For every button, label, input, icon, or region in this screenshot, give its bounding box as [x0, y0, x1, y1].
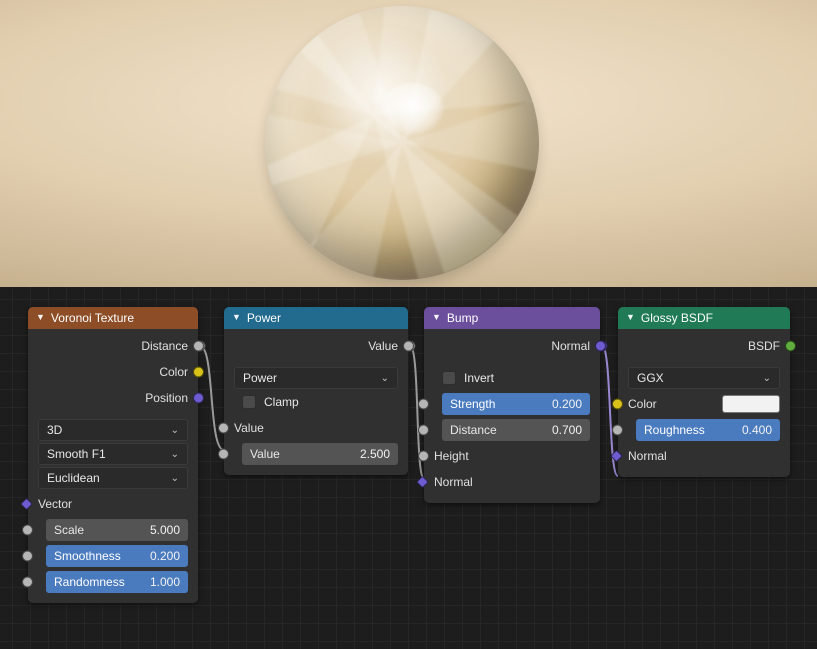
input-strength[interactable]: Strength 0.200: [424, 391, 600, 417]
collapse-icon: ▼: [36, 306, 45, 328]
input-height[interactable]: Height: [424, 443, 600, 469]
socket-vector-icon[interactable]: [610, 450, 623, 463]
operation-select[interactable]: Power ⌄: [234, 367, 398, 389]
socket-float-icon[interactable]: [403, 341, 414, 352]
socket-color-icon[interactable]: [612, 399, 623, 410]
socket-vector-icon[interactable]: [20, 498, 33, 511]
input-distance[interactable]: Distance 0.700: [424, 417, 600, 443]
input-vector[interactable]: Vector: [28, 491, 198, 517]
node-header[interactable]: ▼ Glossy BSDF: [618, 307, 790, 329]
chevron-down-icon: ⌄: [171, 473, 179, 484]
output-normal[interactable]: Normal: [424, 333, 600, 359]
node-glossy-bsdf[interactable]: ▼ Glossy BSDF BSDF GGX ⌄ Color Roughness: [618, 307, 790, 477]
input-smoothness[interactable]: Smoothness 0.200: [28, 543, 198, 569]
feature-select[interactable]: Smooth F1 ⌄: [38, 443, 188, 465]
socket-float-icon[interactable]: [22, 577, 33, 588]
node-math-power[interactable]: ▼ Power Value Power ⌄ Clamp Value: [224, 307, 408, 475]
socket-float-icon[interactable]: [193, 341, 204, 352]
socket-vector-icon[interactable]: [595, 341, 606, 352]
invert-checkbox[interactable]: Invert: [434, 367, 590, 389]
chevron-down-icon: ⌄: [381, 373, 389, 384]
output-position[interactable]: Position: [28, 385, 198, 411]
socket-float-icon[interactable]: [218, 449, 229, 460]
socket-float-icon[interactable]: [418, 451, 429, 462]
collapse-icon: ▼: [232, 306, 241, 328]
node-header[interactable]: ▼ Power: [224, 307, 408, 329]
socket-color-icon[interactable]: [193, 367, 204, 378]
input-scale[interactable]: Scale 5.000: [28, 517, 198, 543]
checkbox-icon: [242, 395, 256, 409]
input-normal[interactable]: Normal: [424, 469, 600, 495]
socket-float-icon[interactable]: [22, 525, 33, 536]
output-color[interactable]: Color: [28, 359, 198, 385]
output-bsdf[interactable]: BSDF: [618, 333, 790, 359]
chevron-down-icon: ⌄: [763, 373, 771, 384]
input-value-a[interactable]: Value: [224, 415, 408, 441]
color-swatch[interactable]: [722, 395, 780, 413]
socket-float-icon[interactable]: [22, 551, 33, 562]
chevron-down-icon: ⌄: [171, 449, 179, 460]
distribution-select[interactable]: GGX ⌄: [628, 367, 780, 389]
collapse-icon: ▼: [432, 306, 441, 328]
dimensions-select[interactable]: 3D ⌄: [38, 419, 188, 441]
socket-float-icon[interactable]: [612, 425, 623, 436]
output-value[interactable]: Value: [224, 333, 408, 359]
socket-vector-icon[interactable]: [193, 393, 204, 404]
clamp-checkbox[interactable]: Clamp: [234, 391, 398, 413]
node-header[interactable]: ▼ Bump: [424, 307, 600, 329]
output-distance[interactable]: Distance: [28, 333, 198, 359]
socket-float-icon[interactable]: [418, 399, 429, 410]
material-preview: [0, 0, 817, 287]
input-normal[interactable]: Normal: [618, 443, 790, 469]
collapse-icon: ▼: [626, 306, 635, 328]
node-voronoi-texture[interactable]: ▼ Voronoi Texture Distance Color Positio…: [28, 307, 198, 603]
node-title: Glossy BSDF: [641, 307, 713, 329]
node-header[interactable]: ▼ Voronoi Texture: [28, 307, 198, 329]
preview-sphere: [265, 6, 539, 280]
checkbox-icon: [442, 371, 456, 385]
chevron-down-icon: ⌄: [171, 425, 179, 436]
distance-metric-select[interactable]: Euclidean ⌄: [38, 467, 188, 489]
node-title: Power: [247, 307, 281, 329]
input-color[interactable]: Color: [618, 391, 790, 417]
input-randomness[interactable]: Randomness 1.000: [28, 569, 198, 595]
node-bump[interactable]: ▼ Bump Normal Invert Strength 0.200: [424, 307, 600, 503]
input-value-b[interactable]: Value 2.500: [224, 441, 408, 467]
node-title: Bump: [447, 307, 478, 329]
node-editor[interactable]: ▼ Voronoi Texture Distance Color Positio…: [0, 287, 817, 649]
node-title: Voronoi Texture: [51, 307, 134, 329]
socket-vector-icon[interactable]: [416, 476, 429, 489]
input-roughness[interactable]: Roughness 0.400: [618, 417, 790, 443]
socket-float-icon[interactable]: [218, 423, 229, 434]
socket-shader-icon[interactable]: [785, 341, 796, 352]
socket-float-icon[interactable]: [418, 425, 429, 436]
